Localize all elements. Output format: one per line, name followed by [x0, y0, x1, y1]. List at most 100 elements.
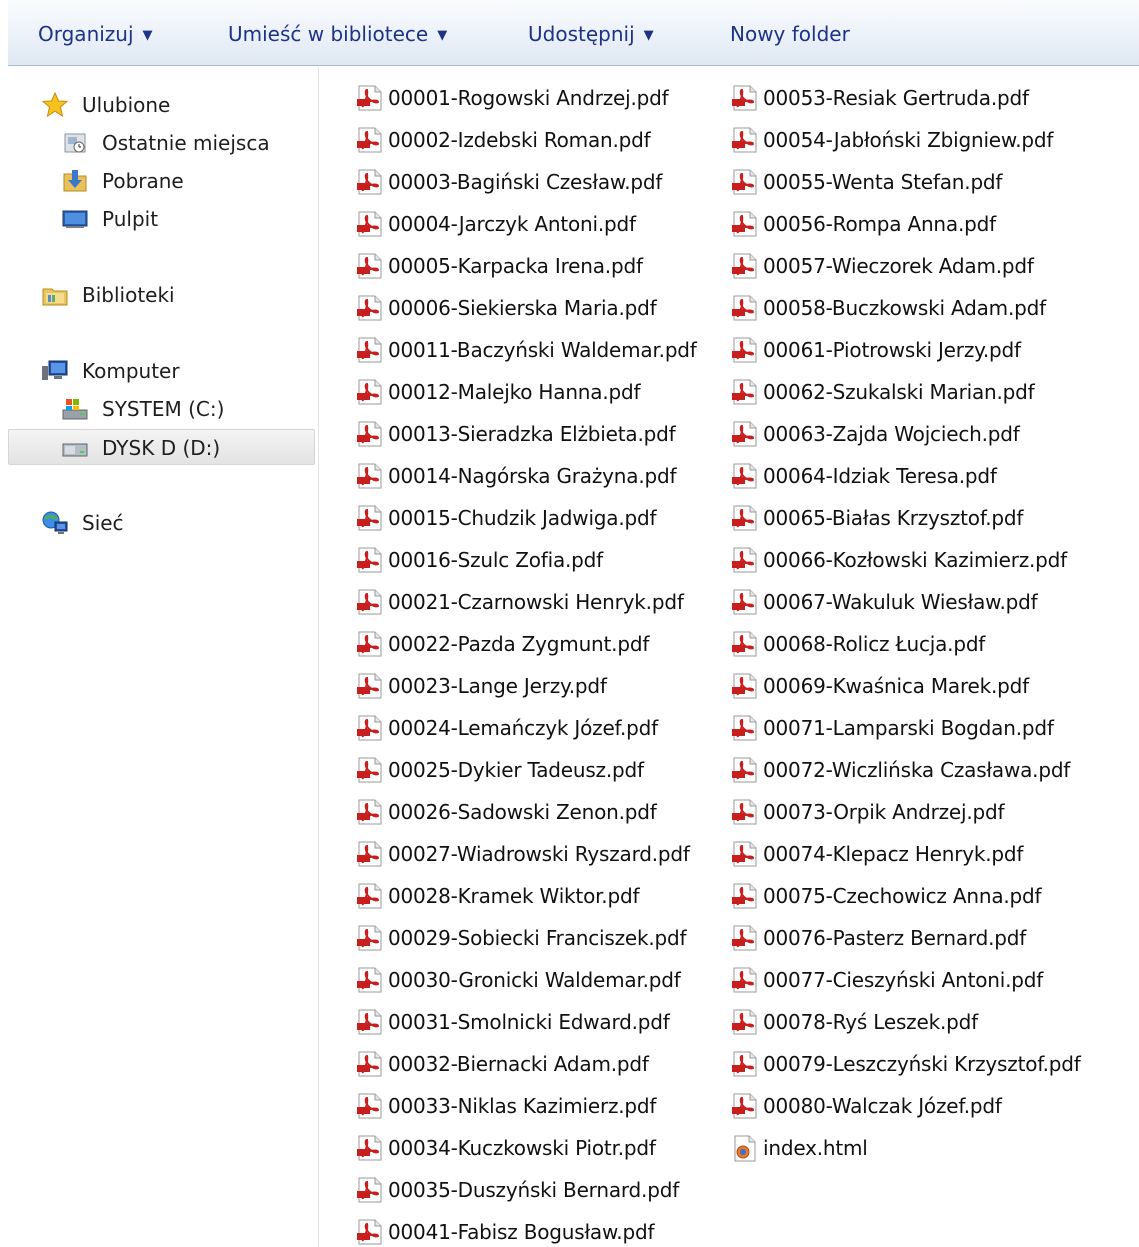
nav-item-downloads[interactable]: Pobrane	[62, 163, 312, 199]
file-name: 00004-Jarczyk Antoni.pdf	[388, 212, 636, 236]
file-name: 00003-Bagiński Czesław.pdf	[388, 170, 663, 194]
pdf-file-icon	[731, 252, 761, 280]
file-name: 00001-Rogowski Andrzej.pdf	[388, 86, 669, 110]
hard-drive-icon	[62, 443, 88, 457]
file-name: 00005-Karpacka Irena.pdf	[388, 254, 643, 278]
file-name: 00054-Jabłoński Zbigniew.pdf	[763, 128, 1054, 152]
file-name: 00068-Rolicz Łucja.pdf	[763, 632, 986, 656]
file-name: 00033-Niklas Kazimierz.pdf	[388, 1094, 657, 1118]
network-icon	[42, 511, 68, 534]
file-name: 00023-Lange Jerzy.pdf	[388, 674, 607, 698]
include-in-library-label: Umieść w bibliotece	[228, 22, 429, 46]
dropdown-arrow-icon: ▼	[643, 28, 654, 43]
pdf-file-icon	[731, 672, 761, 700]
downloads-folder-icon	[63, 170, 87, 192]
pdf-file-icon	[356, 336, 386, 364]
navigation-pane: Ulubione Ostatnie miejsca Pobrane Pulpit	[8, 67, 319, 1247]
pdf-file-icon	[356, 966, 386, 994]
pdf-file-icon	[356, 126, 386, 154]
organize-label: Organizuj	[38, 22, 134, 46]
pdf-file-icon	[731, 1092, 761, 1120]
include-in-library-button[interactable]: Umieść w bibliotece ▼	[228, 20, 447, 48]
pdf-file-icon	[731, 84, 761, 112]
nav-item-favorites[interactable]: Ulubione	[42, 87, 312, 123]
pdf-file-icon	[356, 1176, 386, 1204]
nav-item-computer[interactable]: Komputer	[42, 353, 312, 389]
file-name: 00058-Buczkowski Adam.pdf	[763, 296, 1046, 320]
file-name: 00062-Szukalski Marian.pdf	[763, 380, 1035, 404]
share-button[interactable]: Udostępnij ▼	[528, 20, 654, 48]
pdf-file-icon	[356, 504, 386, 532]
file-name: 00014-Nagórska Grażyna.pdf	[388, 464, 677, 488]
libraries-icon	[42, 288, 68, 306]
pdf-file-icon	[731, 168, 761, 196]
pdf-file-icon	[356, 462, 386, 490]
pdf-file-icon	[731, 504, 761, 532]
file-name: 00061-Piotrowski Jerzy.pdf	[763, 338, 1021, 362]
pdf-file-icon	[731, 210, 761, 238]
file-name: 00022-Pazda Zygmunt.pdf	[388, 632, 650, 656]
file-name: 00079-Leszczyński Krzysztof.pdf	[763, 1052, 1081, 1076]
star-icon	[42, 92, 68, 118]
nav-item-network[interactable]: Sieć	[42, 505, 312, 541]
file-name: 00026-Sadowski Zenon.pdf	[388, 800, 657, 824]
pdf-file-icon	[356, 1008, 386, 1036]
organize-button[interactable]: Organizuj ▼	[38, 20, 153, 48]
pdf-file-icon	[356, 1092, 386, 1120]
pdf-file-icon	[356, 420, 386, 448]
file-name: 00015-Chudzik Jadwiga.pdf	[388, 506, 657, 530]
pdf-file-icon	[731, 630, 761, 658]
share-label: Udostępnij	[528, 22, 635, 46]
nav-label: Komputer	[82, 359, 180, 383]
pdf-file-icon	[731, 924, 761, 952]
pdf-file-icon	[731, 588, 761, 616]
pdf-file-icon	[356, 168, 386, 196]
nav-item-drive-c[interactable]: SYSTEM (C:)	[62, 391, 312, 427]
pdf-file-icon	[356, 882, 386, 910]
pdf-file-icon	[731, 378, 761, 406]
file-name: 00035-Duszyński Bernard.pdf	[388, 1178, 680, 1202]
pdf-file-icon	[356, 714, 386, 742]
pdf-file-icon	[731, 798, 761, 826]
file-name: 00025-Dykier Tadeusz.pdf	[388, 758, 644, 782]
pdf-file-icon	[731, 420, 761, 448]
pdf-file-icon	[356, 630, 386, 658]
nav-label: DYSK D (D:)	[102, 436, 221, 460]
window-edge	[0, 0, 8, 1247]
pdf-file-icon	[731, 1008, 761, 1036]
nav-label: Sieć	[82, 511, 124, 535]
new-folder-button[interactable]: Nowy folder	[730, 20, 850, 48]
file-name: 00002-Izdebski Roman.pdf	[388, 128, 651, 152]
new-folder-label: Nowy folder	[730, 22, 850, 46]
pdf-file-icon	[356, 798, 386, 826]
file-name: 00067-Wakuluk Wiesław.pdf	[763, 590, 1038, 614]
nav-item-recent-places[interactable]: Ostatnie miejsca	[62, 125, 312, 161]
pdf-file-icon	[356, 672, 386, 700]
nav-item-libraries[interactable]: Biblioteki	[42, 277, 312, 313]
html-file-icon	[733, 1135, 757, 1162]
file-name: 00034-Kuczkowski Piotr.pdf	[388, 1136, 656, 1160]
file-name: 00032-Biernacki Adam.pdf	[388, 1052, 649, 1076]
nav-label: Biblioteki	[82, 283, 175, 307]
file-name: 00013-Sieradzka Elżbieta.pdf	[388, 422, 676, 446]
file-name: 00030-Gronicki Waldemar.pdf	[388, 968, 681, 992]
pdf-file-icon	[356, 1218, 386, 1246]
file-name: 00078-Ryś Leszek.pdf	[763, 1010, 978, 1034]
nav-item-drive-d[interactable]: DYSK D (D:)	[8, 429, 315, 465]
pdf-file-icon	[356, 378, 386, 406]
file-name: 00065-Białas Krzysztof.pdf	[763, 506, 1024, 530]
nav-label: Ostatnie miejsca	[102, 131, 270, 155]
file-name: 00072-Wiczlińska Czasława.pdf	[763, 758, 1071, 782]
nav-item-desktop[interactable]: Pulpit	[62, 201, 312, 237]
pdf-file-icon	[356, 546, 386, 574]
pdf-file-icon	[731, 336, 761, 364]
file-name: 00024-Lemańczyk Józef.pdf	[388, 716, 658, 740]
file-name: 00074-Klepacz Henryk.pdf	[763, 842, 1024, 866]
pdf-file-icon	[356, 210, 386, 238]
file-name: 00041-Fabisz Bogusław.pdf	[388, 1220, 655, 1244]
file-name: 00071-Lamparski Bogdan.pdf	[763, 716, 1054, 740]
file-name: 00066-Kozłowski Kazimierz.pdf	[763, 548, 1068, 572]
file-name: 00031-Smolnicki Edward.pdf	[388, 1010, 670, 1034]
file-name: 00028-Kramek Wiktor.pdf	[388, 884, 640, 908]
command-bar: Organizuj ▼ Umieść w bibliotece ▼ Udostępn…	[8, 0, 1139, 66]
